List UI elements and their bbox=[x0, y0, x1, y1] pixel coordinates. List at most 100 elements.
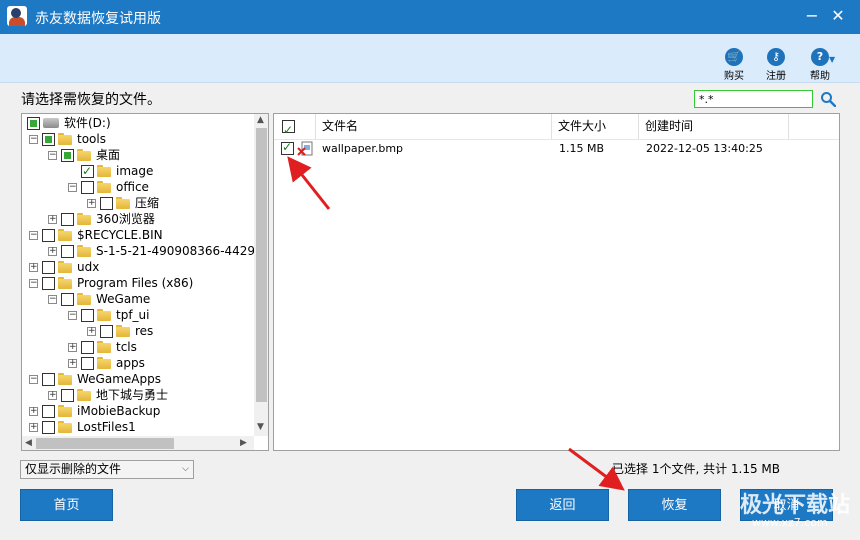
recover-button[interactable]: 恢复 bbox=[628, 489, 721, 521]
collapse-icon[interactable]: − bbox=[29, 230, 38, 240]
tree-item-res[interactable]: + res bbox=[87, 323, 153, 339]
tree-item-recycle-bin[interactable]: − $RECYCLE.BIN bbox=[29, 227, 163, 243]
expand-icon[interactable]: + bbox=[87, 326, 96, 336]
help-dropdown-icon[interactable]: ▼ bbox=[829, 55, 835, 64]
folder-icon bbox=[77, 149, 91, 161]
tree-checkbox[interactable] bbox=[42, 276, 55, 290]
scroll-right-icon[interactable]: ▶ bbox=[240, 438, 247, 448]
folder-icon bbox=[97, 181, 111, 193]
column-header-size[interactable]: 文件大小 bbox=[552, 114, 639, 139]
help-button[interactable]: ? 帮助 bbox=[803, 48, 837, 82]
collapse-icon[interactable]: − bbox=[48, 294, 57, 304]
tree-checkbox[interactable] bbox=[100, 324, 113, 338]
expand-icon[interactable]: + bbox=[68, 358, 77, 368]
expand-icon[interactable]: + bbox=[29, 406, 38, 416]
tree-checkbox[interactable] bbox=[27, 116, 40, 130]
buy-button[interactable]: 🛒 购买 bbox=[717, 48, 751, 82]
display-mode-value: 仅显示删除的文件 bbox=[25, 462, 122, 476]
tree-item-wegameapps[interactable]: − WeGameApps bbox=[29, 371, 161, 387]
tree-item-image[interactable]: image bbox=[81, 163, 153, 179]
scroll-thumb[interactable] bbox=[36, 438, 174, 449]
folder-tree[interactable]: 软件(D:) − tools − 桌面 image − office + 压缩 … bbox=[21, 113, 269, 451]
column-header-created[interactable]: 创建时间 bbox=[639, 114, 789, 139]
expand-icon[interactable]: + bbox=[68, 342, 77, 352]
tree-item-wegame[interactable]: − WeGame bbox=[48, 291, 150, 307]
watermark-url: www.xz7.com bbox=[752, 516, 828, 529]
select-all-column[interactable] bbox=[274, 114, 316, 143]
tree-item-imobiebackup[interactable]: + iMobieBackup bbox=[29, 403, 160, 419]
expand-icon[interactable]: + bbox=[48, 246, 57, 256]
tree-item-office[interactable]: − office bbox=[68, 179, 149, 195]
filter-input[interactable] bbox=[694, 90, 813, 108]
tree-item-desktop[interactable]: − 桌面 bbox=[48, 147, 120, 163]
register-button[interactable]: ⚷ 注册 bbox=[759, 48, 793, 82]
home-button[interactable]: 首页 bbox=[20, 489, 113, 521]
tree-label: LostFiles1 bbox=[77, 420, 136, 434]
collapse-icon[interactable]: − bbox=[48, 150, 57, 160]
tree-horizontal-scrollbar[interactable]: ◀ ▶ bbox=[22, 436, 254, 450]
scroll-down-icon[interactable]: ▼ bbox=[257, 422, 264, 432]
expand-icon[interactable]: + bbox=[48, 390, 57, 400]
tree-checkbox[interactable] bbox=[42, 132, 55, 146]
back-button[interactable]: 返回 bbox=[516, 489, 609, 521]
expand-icon[interactable]: + bbox=[87, 198, 96, 208]
tree-checkbox[interactable] bbox=[81, 308, 94, 322]
toolbar: 🛒 购买 ⚷ 注册 ? 帮助 ▼ bbox=[0, 34, 860, 83]
tree-checkbox[interactable] bbox=[61, 212, 74, 226]
tree-checkbox[interactable] bbox=[61, 292, 74, 306]
tree-checkbox[interactable] bbox=[61, 148, 74, 162]
collapse-icon[interactable]: − bbox=[68, 310, 77, 320]
tree-item-udx[interactable]: + udx bbox=[29, 259, 99, 275]
row-checkbox[interactable] bbox=[281, 140, 294, 155]
chevron-down-icon: ⌵ bbox=[182, 464, 189, 474]
tree-item-drive-d[interactable]: 软件(D:) bbox=[27, 115, 111, 131]
tree-label: res bbox=[135, 324, 154, 338]
tree-vertical-scrollbar[interactable]: ▲ ▼ bbox=[254, 114, 268, 436]
tree-item-program-files-x86[interactable]: − Program Files (x86) bbox=[29, 275, 193, 291]
buy-label: 购买 bbox=[724, 71, 744, 82]
collapse-icon[interactable]: − bbox=[29, 278, 38, 288]
tree-checkbox[interactable] bbox=[61, 244, 74, 258]
tree-label: WeGameApps bbox=[77, 372, 161, 386]
tree-checkbox[interactable] bbox=[42, 372, 55, 386]
tree-item-sid-folder[interactable]: + S-1-5-21-490908366-44291668 bbox=[48, 243, 268, 259]
collapse-icon[interactable]: − bbox=[29, 374, 38, 384]
collapse-icon[interactable]: − bbox=[68, 182, 77, 192]
scroll-up-icon[interactable]: ▲ bbox=[257, 115, 264, 125]
display-mode-select[interactable]: 仅显示删除的文件 ⌵ bbox=[20, 460, 194, 479]
minimize-button[interactable]: − bbox=[801, 5, 823, 27]
tree-checkbox[interactable] bbox=[81, 163, 94, 179]
tree-item-tools[interactable]: − tools bbox=[29, 131, 106, 147]
tree-label: tcls bbox=[116, 340, 137, 354]
select-all-checkbox[interactable] bbox=[282, 118, 295, 143]
tree-checkbox[interactable] bbox=[42, 404, 55, 418]
tree-checkbox[interactable] bbox=[81, 340, 94, 354]
tree-item-tpf-ui[interactable]: − tpf_ui bbox=[68, 307, 150, 323]
collapse-icon[interactable]: − bbox=[29, 134, 38, 144]
folder-icon bbox=[97, 165, 111, 177]
window-title: 赤友数据恢复试用版 bbox=[35, 11, 161, 27]
scroll-thumb[interactable] bbox=[256, 128, 267, 402]
tree-item-tcls[interactable]: + tcls bbox=[68, 339, 137, 355]
tree-item-compress[interactable]: + 压缩 bbox=[87, 195, 159, 211]
expand-icon[interactable]: + bbox=[29, 422, 38, 432]
tree-checkbox[interactable] bbox=[81, 180, 94, 194]
tree-label: tools bbox=[77, 132, 106, 146]
tree-item-lostfiles1[interactable]: + LostFiles1 bbox=[29, 419, 136, 435]
scroll-left-icon[interactable]: ◀ bbox=[25, 438, 32, 448]
tree-checkbox[interactable] bbox=[42, 228, 55, 242]
search-icon[interactable] bbox=[820, 91, 836, 107]
tree-checkbox[interactable] bbox=[100, 196, 113, 210]
tree-item-dnf[interactable]: + 地下城与勇士 bbox=[48, 387, 168, 403]
file-list[interactable]: 文件名 文件大小 创建时间 wallpaper.bmp 1.15 MB 2022… bbox=[273, 113, 840, 451]
column-header-name[interactable]: 文件名 bbox=[316, 114, 552, 139]
tree-item-360browser[interactable]: + 360浏览器 bbox=[48, 211, 155, 227]
expand-icon[interactable]: + bbox=[29, 262, 38, 272]
tree-checkbox[interactable] bbox=[61, 388, 74, 402]
expand-icon[interactable]: + bbox=[48, 214, 57, 224]
close-button[interactable]: ✕ bbox=[827, 5, 849, 27]
tree-checkbox[interactable] bbox=[42, 260, 55, 274]
tree-checkbox[interactable] bbox=[42, 420, 55, 434]
tree-checkbox[interactable] bbox=[81, 356, 94, 370]
tree-item-apps[interactable]: + apps bbox=[68, 355, 145, 371]
